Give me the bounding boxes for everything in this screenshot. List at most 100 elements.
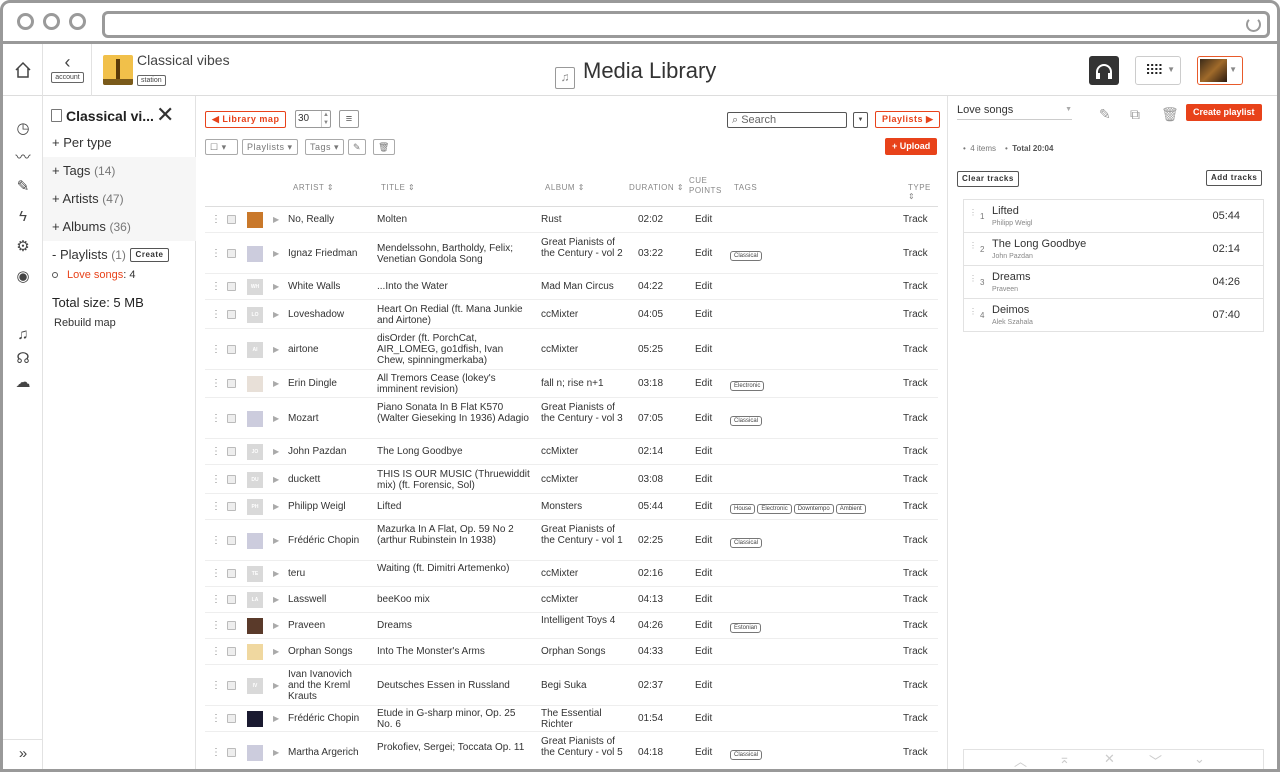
delete-selected-button[interactable]: 🗑 <box>373 139 395 155</box>
window-maximize-icon[interactable] <box>69 13 86 30</box>
select-all-dropdown[interactable]: ☐ ▾ <box>205 139 238 155</box>
search-input[interactable]: ⌕ Search <box>727 112 847 128</box>
cue-edit-link[interactable]: Edit <box>695 680 712 691</box>
tag-pill[interactable]: Classical <box>730 251 763 261</box>
drag-handle-icon[interactable]: ⋮ <box>211 594 221 605</box>
window-minimize-icon[interactable] <box>43 13 60 30</box>
user-menu-button[interactable]: ▼ <box>1197 56 1243 85</box>
drag-handle-icon[interactable]: ⋮ <box>211 713 221 724</box>
cue-edit-link[interactable]: Edit <box>695 747 712 758</box>
move-down-icon[interactable]: ﹀ <box>1149 751 1162 770</box>
drag-handle-icon[interactable]: ⋮ <box>211 620 221 631</box>
add-tracks-button[interactable]: Add tracks <box>1206 170 1263 186</box>
play-icon[interactable]: ▶ <box>273 310 279 319</box>
play-icon[interactable]: ▶ <box>273 502 279 511</box>
cue-edit-link[interactable]: Edit <box>695 413 712 424</box>
row-checkbox[interactable] <box>227 647 236 656</box>
cue-edit-link[interactable]: Edit <box>695 620 712 631</box>
delete-playlist-icon[interactable]: 🗑 <box>1161 106 1179 123</box>
list-view-button[interactable]: ≡ <box>339 110 359 128</box>
table-row[interactable]: ⋮ PH ▶ Philipp Weigl Lifted Monsters 05:44 Edit… <box>205 494 938 520</box>
row-checkbox[interactable] <box>227 502 236 511</box>
table-row[interactable]: ⋮ ▶ Erin Dingle All Tremors Cease (lokey's … <box>205 370 938 398</box>
table-row[interactable]: ⋮ WH ▶ White Walls ...Into the Water Mad Man … <box>205 274 938 300</box>
add-to-playlist-dropdown[interactable]: Playlists ▾ <box>242 139 298 155</box>
filter-artists[interactable]: + Artists (47) <box>43 185 196 213</box>
drag-handle-icon[interactable]: ⋮ <box>211 281 221 292</box>
tags-dropdown[interactable]: Tags ▾ <box>305 139 345 155</box>
media-library-icon[interactable]: ♫ <box>14 326 32 344</box>
cue-edit-link[interactable]: Edit <box>695 501 712 512</box>
edit-selected-button[interactable]: ✎ <box>348 139 367 155</box>
sidebar-playlist-item[interactable]: Love songs: 4 <box>52 269 136 281</box>
drag-handle-icon[interactable]: ⋮ <box>211 680 221 691</box>
drag-handle-icon[interactable]: ⋮ <box>211 474 221 485</box>
col-title[interactable]: TITLE ⇕ <box>381 183 415 192</box>
cue-edit-link[interactable]: Edit <box>695 214 712 225</box>
row-checkbox[interactable] <box>227 447 236 456</box>
filter-per-type[interactable]: + Per type <box>43 129 196 157</box>
table-row[interactable]: ⋮ JO ▶ John Pazdan The Long Goodbye ccMixter 0… <box>205 439 938 465</box>
row-checkbox[interactable] <box>227 536 236 545</box>
drag-handle-icon[interactable]: ⋮ <box>211 646 221 657</box>
play-icon[interactable]: ▶ <box>273 345 279 354</box>
row-checkbox[interactable] <box>227 595 236 604</box>
drag-handle-icon[interactable]: ⋮ <box>211 568 221 579</box>
play-icon[interactable]: ▶ <box>273 748 279 757</box>
cue-edit-link[interactable]: Edit <box>695 535 712 546</box>
drag-handle-icon[interactable]: ⋮ <box>969 274 977 283</box>
tag-pill[interactable]: Classical <box>730 416 763 426</box>
cue-edit-link[interactable]: Edit <box>695 568 712 579</box>
play-icon[interactable]: ▶ <box>273 536 279 545</box>
move-bottom-icon[interactable]: ⌄ <box>1194 751 1205 767</box>
expand-sidebar-icon[interactable]: » <box>3 739 43 769</box>
play-icon[interactable]: ▶ <box>273 475 279 484</box>
filter-tags[interactable]: + Tags (14) <box>43 157 196 185</box>
row-checkbox[interactable] <box>227 414 236 423</box>
play-icon[interactable]: ▶ <box>273 249 279 258</box>
play-icon[interactable]: ▶ <box>273 569 279 578</box>
row-checkbox[interactable] <box>227 379 236 388</box>
row-checkbox[interactable] <box>227 569 236 578</box>
filter-albums[interactable]: + Albums (36) <box>43 213 196 241</box>
rebuild-map-link[interactable]: Rebuild map <box>54 317 116 329</box>
play-icon[interactable]: ▶ <box>273 681 279 690</box>
search-options-button[interactable]: ▼ <box>853 112 868 128</box>
tag-pill[interactable]: Estonian <box>730 623 762 633</box>
playlist-track[interactable]: ⋮ 4 Deimos Alek Szahala 07:40 <box>963 299 1264 332</box>
tag-pill[interactable]: Electronic <box>757 504 792 514</box>
play-icon[interactable]: ▶ <box>273 595 279 604</box>
drag-handle-icon[interactable]: ⋮ <box>969 208 977 217</box>
drag-handle-icon[interactable]: ⋮ <box>211 501 221 512</box>
tag-pill[interactable]: Electronic <box>730 381 765 391</box>
per-page-input[interactable]: 30 ▲ ▼ <box>295 110 331 128</box>
drag-handle-icon[interactable]: ⋮ <box>211 747 221 758</box>
play-icon[interactable]: ▶ <box>273 447 279 456</box>
spinner-icon[interactable]: ▲ ▼ <box>321 111 330 127</box>
cue-edit-link[interactable]: Edit <box>695 713 712 724</box>
cue-edit-link[interactable]: Edit <box>695 281 712 292</box>
table-row[interactable]: ⋮ LO ▶ Loveshadow Heart On Redial (ft. Mana … <box>205 300 938 329</box>
col-duration[interactable]: DURATION ⇕ <box>629 183 684 192</box>
col-album[interactable]: ALBUM ⇕ <box>545 183 585 192</box>
cue-edit-link[interactable]: Edit <box>695 594 712 605</box>
create-playlist-small-button[interactable]: Create <box>129 248 170 262</box>
cue-edit-link[interactable]: Edit <box>695 248 712 259</box>
drag-handle-icon[interactable]: ⋮ <box>211 309 221 320</box>
cue-edit-link[interactable]: Edit <box>695 446 712 457</box>
tag-pill[interactable]: Classical <box>730 538 763 548</box>
col-artist[interactable]: ARTIST ⇕ <box>293 183 334 192</box>
window-close-icon[interactable] <box>17 13 34 30</box>
player-button[interactable] <box>1089 56 1119 85</box>
drag-handle-icon[interactable]: ⋮ <box>969 241 977 250</box>
row-checkbox[interactable] <box>227 249 236 258</box>
drag-handle-icon[interactable]: ⋮ <box>211 535 221 546</box>
analytics-icon[interactable]: 〰 <box>14 149 32 167</box>
cue-edit-link[interactable]: Edit <box>695 344 712 355</box>
drag-handle-icon[interactable]: ⋮ <box>211 446 221 457</box>
drag-handle-icon[interactable]: ⋮ <box>211 413 221 424</box>
create-playlist-button[interactable]: Create playlist <box>1186 104 1262 121</box>
play-icon[interactable]: ▶ <box>273 215 279 224</box>
headphones-icon[interactable]: ☊ <box>14 350 32 368</box>
duplicate-playlist-icon[interactable]: ⧉ <box>1130 106 1140 123</box>
